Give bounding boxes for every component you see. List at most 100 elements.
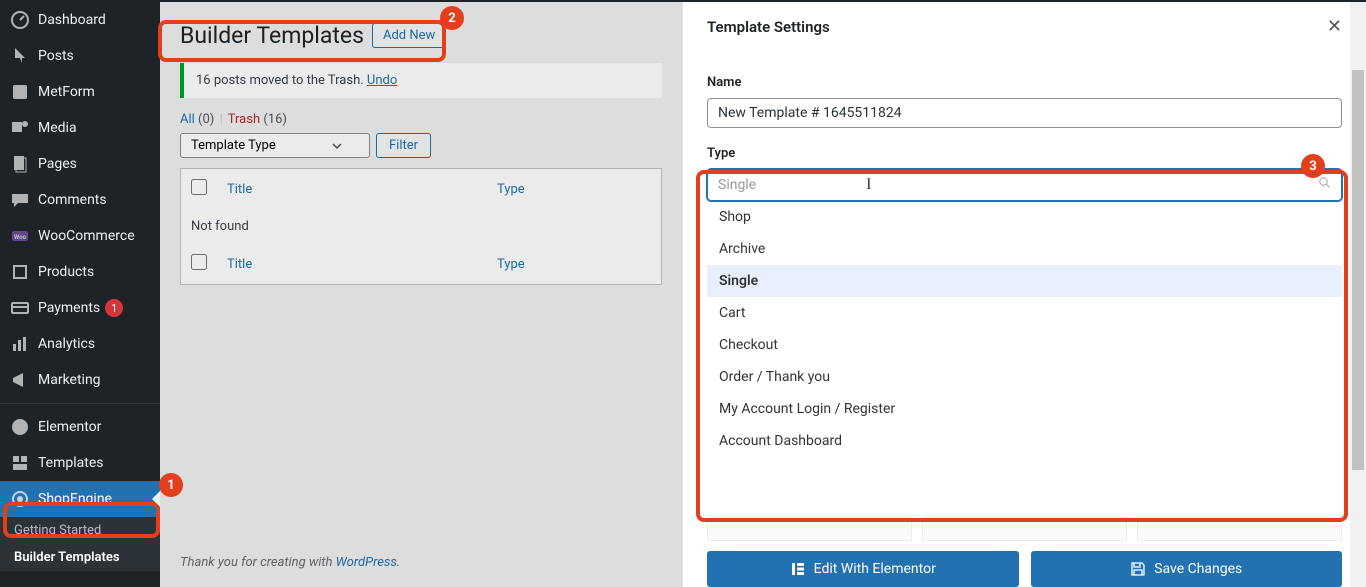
panel-title: Template Settings xyxy=(707,18,830,36)
sidebar-item-templates[interactable]: Templates xyxy=(0,445,160,481)
sidebar-item-woocommerce[interactable]: Woo WooCommerce xyxy=(0,218,160,254)
sidebar-label: Templates xyxy=(38,455,104,471)
shopengine-icon xyxy=(10,489,30,509)
list-filter-links: All (0) | Trash (16) xyxy=(180,112,662,127)
notice-text: 16 posts moved to the Trash. xyxy=(196,73,364,88)
annotation-3: 3 xyxy=(1301,154,1325,178)
undo-link[interactable]: Undo xyxy=(367,73,397,88)
woo-icon: Woo xyxy=(10,226,30,246)
select-all-checkbox[interactable] xyxy=(191,179,207,195)
sidebar-item-shopengine[interactable]: ShopEngine xyxy=(0,481,160,517)
notification-badge: 1 xyxy=(105,299,123,317)
sidebar-item-elementor[interactable]: Elementor xyxy=(0,409,160,445)
sidebar-item-dashboard[interactable]: Dashboard xyxy=(0,2,160,38)
main-content: Builder Templates Add New 16 posts moved… xyxy=(160,2,682,587)
admin-sidebar: Dashboard Posts MetForm Media Pages Comm… xyxy=(0,2,160,587)
dropdown-option-shop[interactable]: Shop xyxy=(707,201,1342,233)
template-settings-panel: Template Settings ✕ Name Type SingleI Sh… xyxy=(682,2,1366,587)
dropdown-option-account-login[interactable]: My Account Login / Register xyxy=(707,393,1342,425)
sidebar-item-marketing[interactable]: Marketing xyxy=(0,362,160,398)
elementor-icon xyxy=(10,417,30,437)
sidebar-item-comments[interactable]: Comments xyxy=(0,182,160,218)
pin-icon xyxy=(10,46,30,66)
comment-icon xyxy=(10,190,30,210)
media-icon xyxy=(10,118,30,138)
submenu-builder-templates[interactable]: Builder Templates xyxy=(0,544,160,571)
submenu-getting-started[interactable]: Getting Started xyxy=(0,517,160,544)
filter-all-link[interactable]: All xyxy=(180,112,195,127)
sidebar-label: Media xyxy=(38,120,77,136)
add-new-button[interactable]: Add New xyxy=(372,23,446,48)
admin-notice: 16 posts moved to the Trash. Undo xyxy=(180,63,662,98)
sidebar-label: Payments xyxy=(38,300,100,316)
megaphone-icon xyxy=(10,370,30,390)
column-type-footer[interactable]: Type xyxy=(487,244,662,285)
save-icon xyxy=(1130,561,1146,577)
type-dropdown: Shop Archive Single Cart Checkout Order … xyxy=(707,201,1342,457)
sidebar-label: Products xyxy=(38,264,94,280)
sidebar-item-products[interactable]: Products xyxy=(0,254,160,290)
product-icon xyxy=(10,262,30,282)
filter-trash-count: (16) xyxy=(263,112,287,127)
close-icon[interactable]: ✕ xyxy=(1327,16,1342,37)
thumbnail-card[interactable] xyxy=(1137,517,1342,541)
annotation-2: 2 xyxy=(440,6,464,30)
svg-text:Woo: Woo xyxy=(14,234,27,241)
thumbnail-card[interactable] xyxy=(707,517,912,541)
sidebar-label: Elementor xyxy=(38,419,101,435)
search-icon xyxy=(1319,177,1331,193)
analytics-icon xyxy=(10,334,30,354)
scrollbar-track[interactable] xyxy=(1350,2,1366,587)
text-cursor-icon: I xyxy=(866,176,871,194)
select-all-checkbox-footer[interactable] xyxy=(191,254,207,270)
column-title[interactable]: Title xyxy=(217,169,487,210)
save-changes-button[interactable]: Save Changes xyxy=(1031,551,1343,587)
dropdown-option-account-dashboard[interactable]: Account Dashboard xyxy=(707,425,1342,457)
payments-icon xyxy=(10,298,30,318)
elementor-edit-icon xyxy=(790,561,806,577)
footer-credits: Thank you for creating with WordPress. xyxy=(180,555,662,570)
template-name-input[interactable] xyxy=(707,98,1342,128)
sidebar-label: WooCommerce xyxy=(38,228,135,244)
template-thumbnails xyxy=(683,517,1366,541)
column-title-footer[interactable]: Title xyxy=(217,244,487,285)
type-label: Type xyxy=(707,146,1342,161)
column-type[interactable]: Type xyxy=(487,169,662,210)
sidebar-item-analytics[interactable]: Analytics xyxy=(0,326,160,362)
wordpress-link[interactable]: WordPress xyxy=(336,555,397,570)
sidebar-label: Marketing xyxy=(38,372,101,388)
sidebar-label: ShopEngine xyxy=(38,491,112,507)
annotation-1: 1 xyxy=(159,473,183,497)
templates-icon xyxy=(10,453,30,473)
dropdown-option-cart[interactable]: Cart xyxy=(707,297,1342,329)
scrollbar-thumb[interactable] xyxy=(1352,70,1364,470)
sidebar-label: Posts xyxy=(38,48,74,64)
page-icon xyxy=(10,154,30,174)
dropdown-option-archive[interactable]: Archive xyxy=(707,233,1342,265)
chevron-down-icon xyxy=(331,140,343,152)
dropdown-option-checkout[interactable]: Checkout xyxy=(707,329,1342,361)
table-row: Not found xyxy=(181,209,662,244)
dropdown-option-order[interactable]: Order / Thank you xyxy=(707,361,1342,393)
edit-elementor-button[interactable]: Edit With Elementor xyxy=(707,551,1019,587)
page-title: Builder Templates xyxy=(180,22,364,49)
sidebar-item-pages[interactable]: Pages xyxy=(0,146,160,182)
filter-button[interactable]: Filter xyxy=(376,133,431,158)
sidebar-label: Dashboard xyxy=(38,12,106,28)
filter-trash-link[interactable]: Trash xyxy=(228,112,260,127)
sidebar-item-posts[interactable]: Posts xyxy=(0,38,160,74)
type-search-input[interactable]: SingleI xyxy=(707,169,1342,201)
metform-icon xyxy=(10,82,30,102)
sidebar-item-metform[interactable]: MetForm xyxy=(0,74,160,110)
templates-table: Title Type Not found Title Type xyxy=(180,168,662,285)
dropdown-option-single[interactable]: Single xyxy=(707,265,1342,297)
sidebar-label: MetForm xyxy=(38,84,95,100)
thumbnail-card[interactable] xyxy=(922,517,1127,541)
sidebar-item-payments[interactable]: Payments 1 xyxy=(0,290,160,326)
dashboard-icon xyxy=(10,10,30,30)
filter-all-count: (0) xyxy=(198,112,214,127)
sidebar-label: Pages xyxy=(38,156,77,172)
template-type-select[interactable]: Template Type xyxy=(180,133,370,158)
name-label: Name xyxy=(707,75,1342,90)
sidebar-item-media[interactable]: Media xyxy=(0,110,160,146)
